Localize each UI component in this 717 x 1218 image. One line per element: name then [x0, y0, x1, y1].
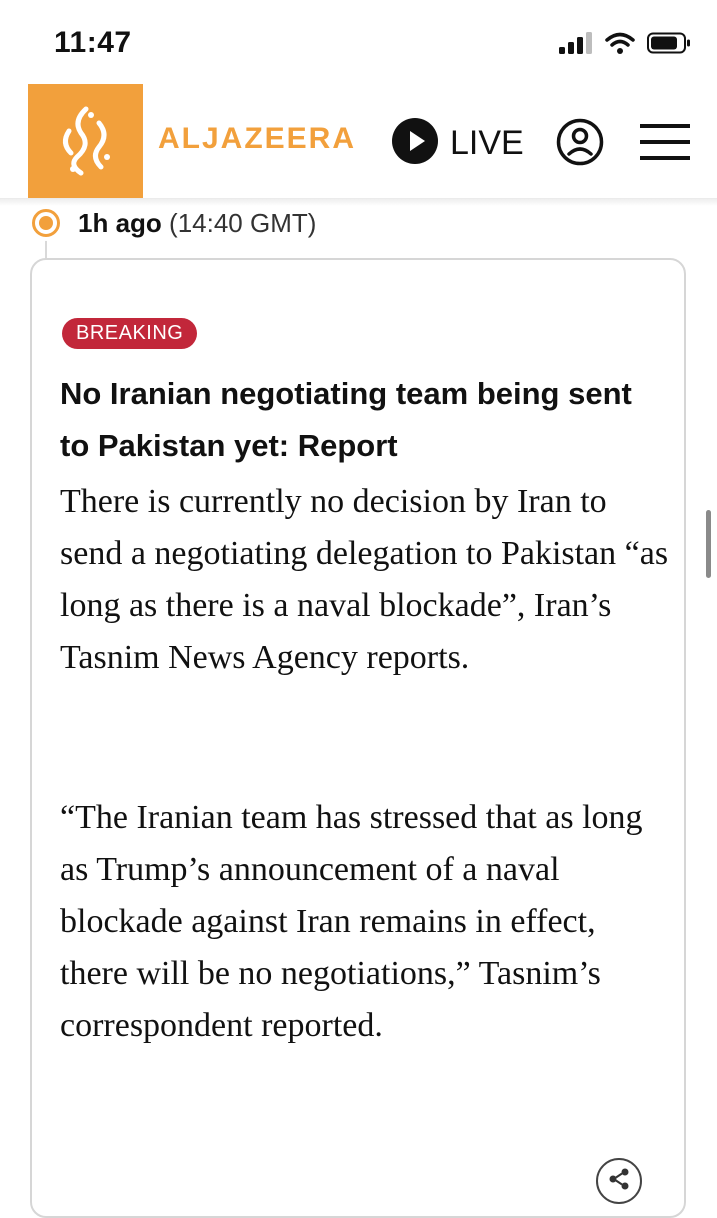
- aljazeera-logo-icon[interactable]: [28, 84, 143, 198]
- hamburger-menu-icon[interactable]: [640, 122, 690, 167]
- time-gmt: (14:40 GMT): [169, 208, 317, 238]
- live-button[interactable]: LIVE: [392, 118, 524, 169]
- post-paragraph: There is currently no decision by Iran t…: [60, 483, 669, 676]
- live-label: LIVE: [450, 124, 524, 162]
- timeline-dot-icon: [28, 205, 64, 241]
- share-button[interactable]: [596, 1158, 642, 1204]
- post-timestamp: 1h ago (14:40 GMT): [78, 208, 316, 239]
- share-icon: [606, 1166, 632, 1197]
- signal-icon: [559, 32, 593, 59]
- header-shadow: [0, 198, 717, 206]
- scrollbar[interactable]: [706, 510, 711, 578]
- wifi-icon: [605, 32, 635, 59]
- status-time: 11:47: [54, 26, 132, 59]
- account-icon[interactable]: [556, 118, 604, 171]
- app-header: ALJAZEERA LIVE: [0, 84, 717, 199]
- play-icon: [392, 118, 438, 169]
- post-paragraph: “The Iranian team has stressed that as l…: [60, 799, 643, 1044]
- time-ago: 1h ago: [78, 208, 162, 238]
- status-icons: [559, 32, 691, 59]
- brand-name[interactable]: ALJAZEERA: [158, 122, 356, 156]
- post-headline: No Iranian negotiating team being sent t…: [60, 376, 632, 463]
- breaking-badge: BREAKING: [62, 318, 198, 349]
- live-update-card: BREAKING No Iranian negotiating team bei…: [30, 258, 686, 1218]
- battery-icon: [647, 32, 691, 59]
- status-bar: 11:47: [0, 0, 717, 84]
